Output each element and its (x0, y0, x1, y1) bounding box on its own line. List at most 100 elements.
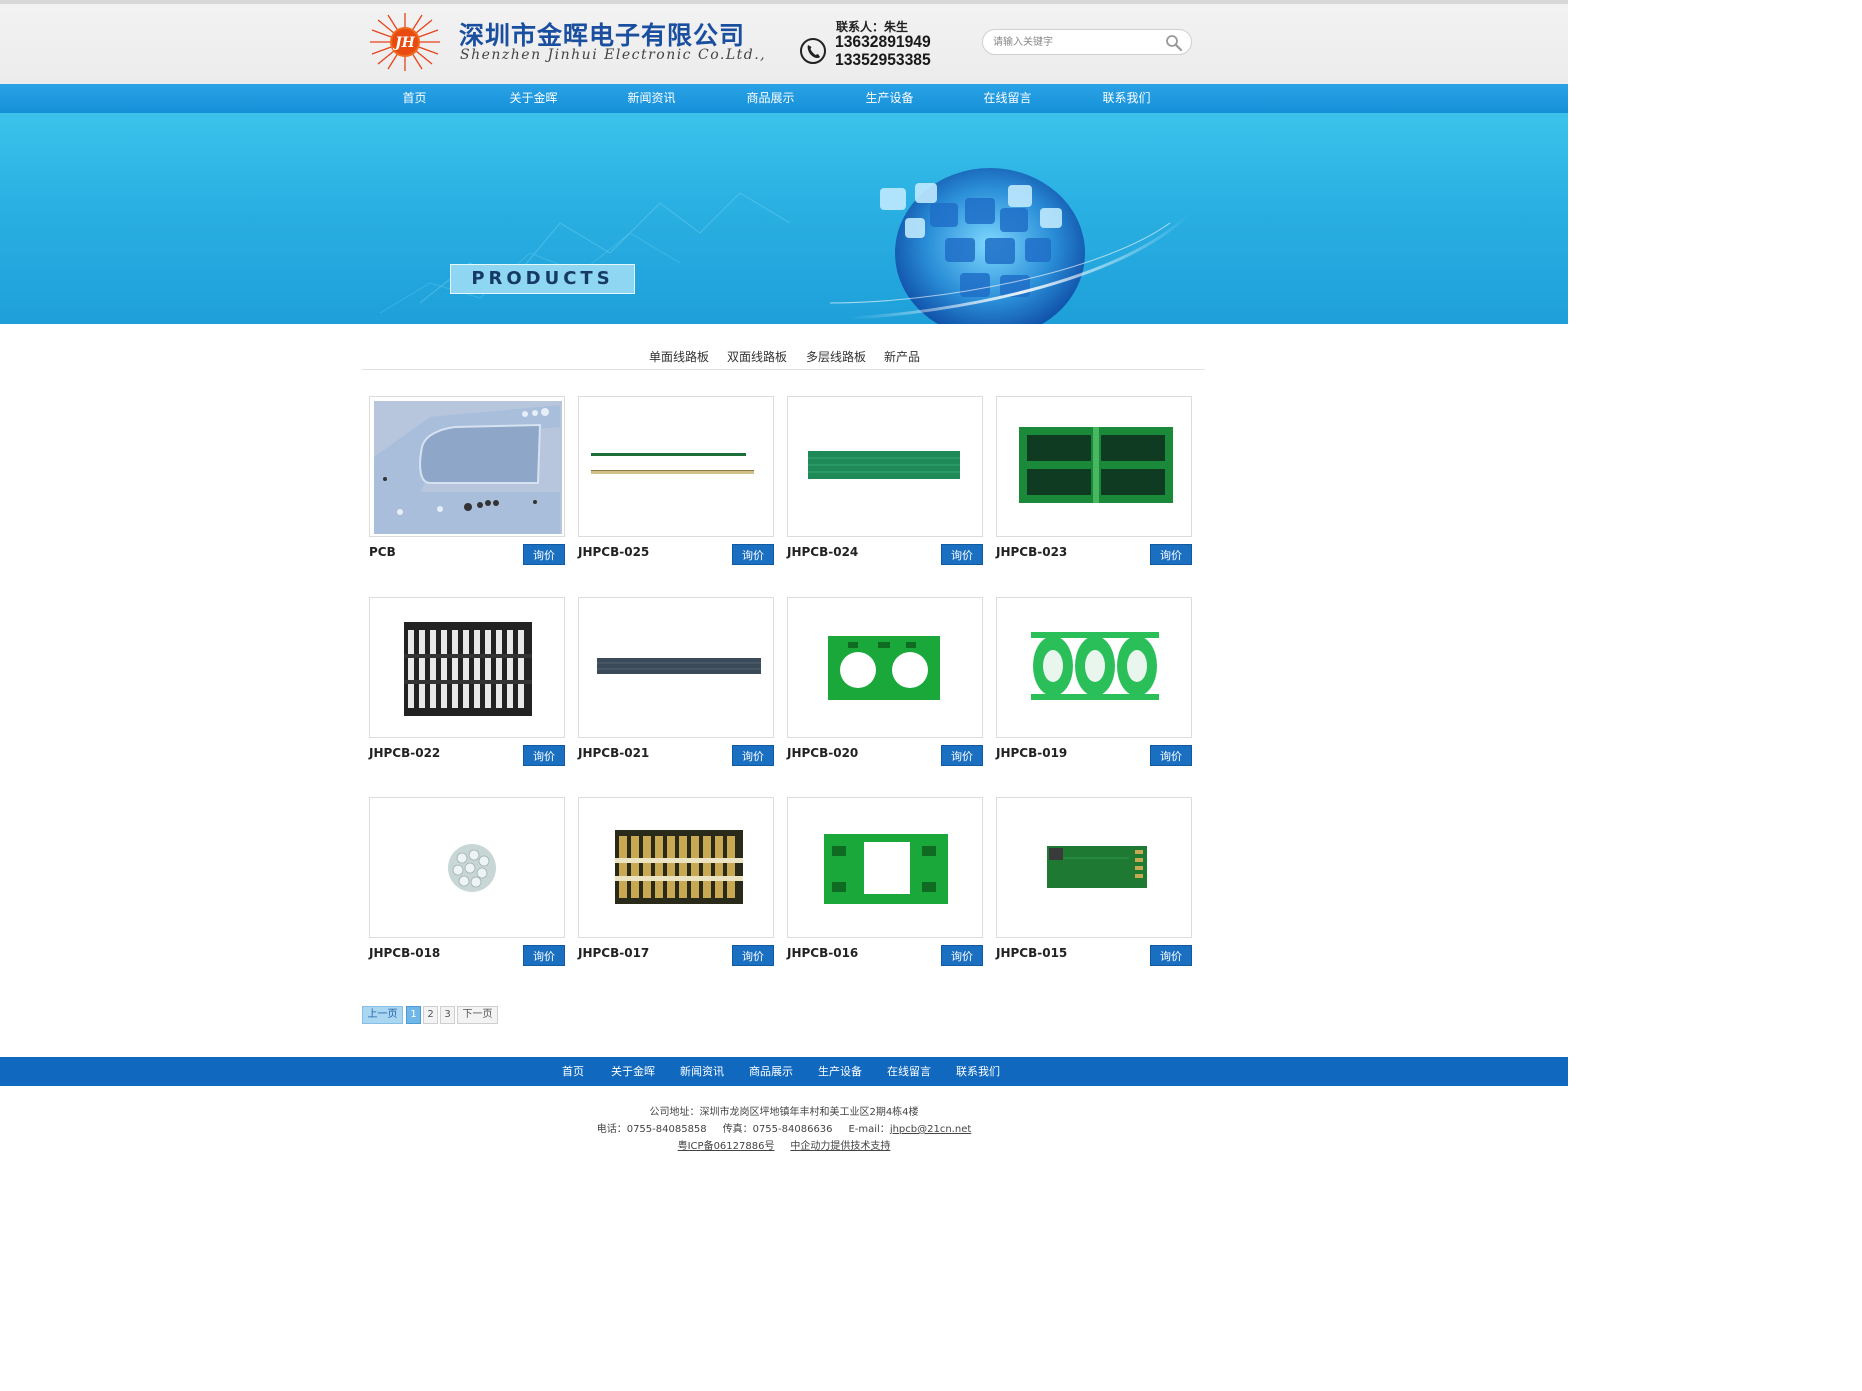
pcb-round-led-board-image (448, 844, 496, 892)
product-name[interactable]: JHPCB-015 (996, 946, 1067, 960)
company-name-en: Shenzhen Jinhui Electronic Co.Ltd., (460, 47, 767, 63)
product-name[interactable]: JHPCB-020 (787, 746, 858, 760)
footer-credits-line: 粤ICP备06127886号 中企动力提供技术支持 (0, 1138, 1568, 1155)
next-page-button[interactable]: 下一页 (457, 1006, 498, 1024)
product-image[interactable] (369, 797, 565, 938)
footer-icp-link[interactable]: 粤ICP备06127886号 (678, 1141, 775, 1152)
inquiry-button[interactable]: 询价 (941, 745, 983, 766)
product-image[interactable] (787, 597, 983, 738)
product-card: PCB 询价 (369, 396, 565, 568)
footer-nav-about[interactable]: 关于金晖 (611, 1057, 655, 1086)
product-image[interactable] (996, 797, 1192, 938)
footer-phone: 0755-84085858 (626, 1124, 707, 1135)
inquiry-button[interactable]: 询价 (732, 544, 774, 565)
product-image[interactable] (578, 396, 774, 537)
footer-fax: 0755-84086636 (752, 1124, 833, 1135)
footer-nav-contact[interactable]: 联系我们 (956, 1057, 1000, 1086)
footer-nav-equipment[interactable]: 生产设备 (818, 1057, 862, 1086)
inquiry-button[interactable]: 询价 (732, 945, 774, 966)
product-name[interactable]: JHPCB-017 (578, 946, 649, 960)
inquiry-button[interactable]: 询价 (941, 945, 983, 966)
inquiry-button[interactable]: 询价 (523, 544, 565, 565)
site-header: JH 深圳市金晖电子有限公司 Shenzhen Jinhui Electroni… (0, 0, 1568, 84)
nav-item-home[interactable]: 首页 (355, 84, 474, 113)
product-image[interactable] (369, 396, 565, 537)
product-image[interactable] (578, 597, 774, 738)
nav-item-contact[interactable]: 联系我们 (1067, 84, 1186, 113)
pcb-small-green-module-image (1047, 846, 1147, 888)
product-card: JHPCB-020 询价 (787, 597, 983, 769)
product-card: JHPCB-024 询价 (787, 396, 983, 568)
tab-multilayer[interactable]: 多层线路板 (806, 348, 866, 365)
tab-double-sided[interactable]: 双面线路板 (727, 348, 787, 365)
footer-address: 公司地址：深圳市龙岗区坪地镇年丰村和美工业区2期4栋4楼 (649, 1107, 919, 1118)
footer-support-link[interactable]: 中企动力提供技术支持 (790, 1141, 890, 1152)
product-image[interactable] (787, 797, 983, 938)
pcb-green-circle-holes-image (828, 636, 940, 700)
product-name[interactable]: JHPCB-022 (369, 746, 440, 760)
product-card: JHPCB-021 询价 (578, 597, 774, 769)
company-logo-icon[interactable]: JH (368, 12, 442, 72)
search-icon[interactable] (1165, 34, 1183, 52)
inquiry-button[interactable]: 询价 (1150, 745, 1192, 766)
product-card: JHPCB-023 询价 (996, 396, 1192, 568)
main-nav: 首页 关于金晖 新闻资讯 商品展示 生产设备 在线留言 联系我们 (0, 84, 1568, 113)
pcb-aluminum-board-image (374, 401, 562, 534)
pcb-green-oval-array-image (1031, 632, 1159, 700)
product-card: JHPCB-017 询价 (578, 797, 774, 969)
product-name[interactable]: JHPCB-021 (578, 746, 649, 760)
footer-nav-products[interactable]: 商品展示 (749, 1057, 793, 1086)
footer-email-label: E-mail： (848, 1124, 890, 1135)
inquiry-button[interactable]: 询价 (941, 544, 983, 565)
pcb-dark-strip-image (597, 658, 761, 674)
inquiry-button[interactable]: 询价 (523, 945, 565, 966)
product-name[interactable]: JHPCB-024 (787, 545, 858, 559)
product-image[interactable] (369, 597, 565, 738)
tab-new-products[interactable]: 新产品 (884, 348, 920, 365)
nav-item-products[interactable]: 商品展示 (711, 84, 830, 113)
logo-text: JH (392, 35, 416, 51)
phone-number-1: 13632891949 (835, 32, 931, 51)
inquiry-button[interactable]: 询价 (523, 745, 565, 766)
product-card: JHPCB-019 询价 (996, 597, 1192, 769)
phone-number-2: 13352953385 (835, 50, 931, 69)
banner-products-label: PRODUCTS (450, 264, 635, 294)
page-3-button[interactable]: 3 (440, 1006, 455, 1024)
nav-item-news[interactable]: 新闻资讯 (592, 84, 711, 113)
products-banner: PRODUCTS (0, 113, 1568, 324)
pcb-quad-green-board-image (1019, 427, 1173, 503)
product-image[interactable] (578, 797, 774, 938)
nav-item-message[interactable]: 在线留言 (948, 84, 1067, 113)
prev-page-button[interactable]: 上一页 (362, 1006, 403, 1024)
page-1-button[interactable]: 1 (406, 1006, 421, 1024)
inquiry-button[interactable]: 询价 (732, 745, 774, 766)
product-name[interactable]: JHPCB-016 (787, 946, 858, 960)
inquiry-button[interactable]: 询价 (1150, 544, 1192, 565)
product-name[interactable]: JHPCB-025 (578, 545, 649, 559)
phone-icon (800, 38, 826, 64)
banner-globe-graphic (379, 168, 1192, 324)
footer-nav-news[interactable]: 新闻资讯 (680, 1057, 724, 1086)
product-card: JHPCB-016 询价 (787, 797, 983, 969)
nav-item-equipment[interactable]: 生产设备 (830, 84, 949, 113)
footer-nav: 首页 关于金晖 新闻资讯 商品展示 生产设备 在线留言 联系我们 (0, 1057, 1568, 1086)
search-box (982, 29, 1192, 55)
tab-single-sided[interactable]: 单面线路板 (649, 348, 709, 365)
inquiry-button[interactable]: 询价 (1150, 945, 1192, 966)
product-name[interactable]: PCB (369, 545, 396, 559)
nav-item-about[interactable]: 关于金晖 (474, 84, 593, 113)
footer-nav-home[interactable]: 首页 (562, 1057, 584, 1086)
product-card: JHPCB-015 询价 (996, 797, 1192, 969)
page-2-button[interactable]: 2 (423, 1006, 438, 1024)
product-name[interactable]: JHPCB-018 (369, 946, 440, 960)
product-image[interactable] (996, 597, 1192, 738)
product-image[interactable] (996, 396, 1192, 537)
product-image[interactable] (787, 396, 983, 537)
product-name[interactable]: JHPCB-023 (996, 545, 1067, 559)
search-input[interactable] (993, 34, 1153, 51)
footer-fax-label: 传真： (722, 1124, 753, 1135)
product-name[interactable]: JHPCB-019 (996, 746, 1067, 760)
product-card: JHPCB-022 询价 (369, 597, 565, 769)
footer-nav-message[interactable]: 在线留言 (887, 1057, 931, 1086)
footer-email-link[interactable]: jhpcb@21cn.net (890, 1124, 971, 1135)
